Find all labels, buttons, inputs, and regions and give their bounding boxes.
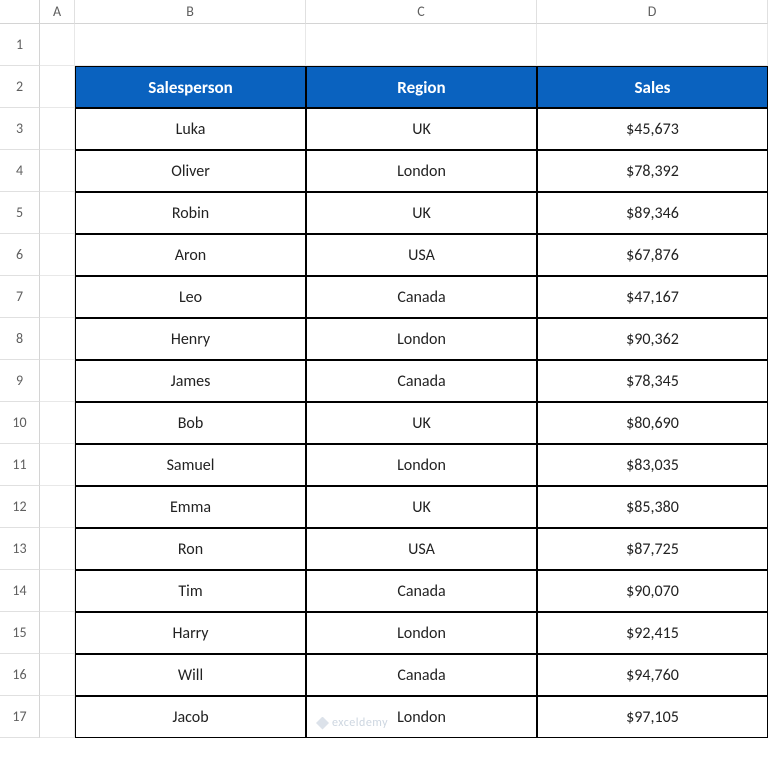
cell-c1[interactable] <box>306 24 537 66</box>
cell-a3[interactable] <box>40 108 75 150</box>
row-header-8[interactable]: 8 <box>0 318 40 360</box>
table-row[interactable]: $89,346 <box>537 192 768 234</box>
table-row[interactable]: $67,876 <box>537 234 768 276</box>
table-header-sales[interactable]: Sales <box>537 66 768 108</box>
cell-d1[interactable] <box>537 24 768 66</box>
cell-a4[interactable] <box>40 150 75 192</box>
cell-a12[interactable] <box>40 486 75 528</box>
cell-a5[interactable] <box>40 192 75 234</box>
table-header-salesperson[interactable]: Salesperson <box>75 66 306 108</box>
row-header-15[interactable]: 15 <box>0 612 40 654</box>
cell-a16[interactable] <box>40 654 75 696</box>
cell-a11[interactable] <box>40 444 75 486</box>
col-header-b[interactable]: B <box>75 0 306 24</box>
table-row[interactable]: $45,673 <box>537 108 768 150</box>
select-all-corner[interactable] <box>0 0 40 24</box>
row-header-7[interactable]: 7 <box>0 276 40 318</box>
table-row[interactable]: Robin <box>75 192 306 234</box>
table-row[interactable]: UK <box>306 108 537 150</box>
row-header-5[interactable]: 5 <box>0 192 40 234</box>
table-row[interactable]: Harry <box>75 612 306 654</box>
cell-a7[interactable] <box>40 276 75 318</box>
table-row[interactable]: Jacob <box>75 696 306 738</box>
watermark-text: exceldemy <box>332 716 388 730</box>
row-header-17[interactable]: 17 <box>0 696 40 738</box>
table-row[interactable]: Canada <box>306 654 537 696</box>
row-header-10[interactable]: 10 <box>0 402 40 444</box>
spreadsheet-grid: A B C D 1 2 Salesperson Region Sales 3 L… <box>0 0 768 738</box>
cell-a6[interactable] <box>40 234 75 276</box>
table-row[interactable]: Tim <box>75 570 306 612</box>
table-row[interactable]: $78,345 <box>537 360 768 402</box>
table-row[interactable]: Samuel <box>75 444 306 486</box>
table-row[interactable]: $97,105 <box>537 696 768 738</box>
cell-a15[interactable] <box>40 612 75 654</box>
cell-a9[interactable] <box>40 360 75 402</box>
table-row[interactable]: USA <box>306 234 537 276</box>
table-row[interactable]: $90,362 <box>537 318 768 360</box>
cell-a14[interactable] <box>40 570 75 612</box>
row-header-1[interactable]: 1 <box>0 24 40 66</box>
cell-a17[interactable] <box>40 696 75 738</box>
row-header-4[interactable]: 4 <box>0 150 40 192</box>
row-header-2[interactable]: 2 <box>0 66 40 108</box>
cell-a8[interactable] <box>40 318 75 360</box>
cell-a10[interactable] <box>40 402 75 444</box>
cell-a13[interactable] <box>40 528 75 570</box>
table-row[interactable]: $92,415 <box>537 612 768 654</box>
table-row[interactable]: James <box>75 360 306 402</box>
table-row[interactable]: Will <box>75 654 306 696</box>
table-row[interactable]: Henry <box>75 318 306 360</box>
cell-a2[interactable] <box>40 66 75 108</box>
row-header-6[interactable]: 6 <box>0 234 40 276</box>
table-row[interactable]: Oliver <box>75 150 306 192</box>
table-row[interactable]: Emma <box>75 486 306 528</box>
table-row[interactable]: London <box>306 150 537 192</box>
table-row[interactable]: USA <box>306 528 537 570</box>
table-row[interactable]: $80,690 <box>537 402 768 444</box>
row-header-3[interactable]: 3 <box>0 108 40 150</box>
row-header-11[interactable]: 11 <box>0 444 40 486</box>
table-row[interactable]: UK <box>306 192 537 234</box>
table-row[interactable]: $78,392 <box>537 150 768 192</box>
table-row[interactable]: $47,167 <box>537 276 768 318</box>
watermark: exceldemy <box>316 716 388 730</box>
cell-a1[interactable] <box>40 24 75 66</box>
table-row[interactable]: Luka <box>75 108 306 150</box>
table-row[interactable]: Canada <box>306 570 537 612</box>
col-header-a[interactable]: A <box>40 0 75 24</box>
table-row[interactable]: $83,035 <box>537 444 768 486</box>
row-header-13[interactable]: 13 <box>0 528 40 570</box>
row-header-14[interactable]: 14 <box>0 570 40 612</box>
table-row[interactable]: London <box>306 444 537 486</box>
table-row[interactable]: Aron <box>75 234 306 276</box>
row-header-12[interactable]: 12 <box>0 486 40 528</box>
table-row[interactable]: Canada <box>306 360 537 402</box>
row-header-9[interactable]: 9 <box>0 360 40 402</box>
watermark-icon <box>316 717 329 730</box>
table-row[interactable]: $94,760 <box>537 654 768 696</box>
table-header-region[interactable]: Region <box>306 66 537 108</box>
table-row[interactable]: Leo <box>75 276 306 318</box>
table-row[interactable]: Ron <box>75 528 306 570</box>
table-row[interactable]: $87,725 <box>537 528 768 570</box>
col-header-c[interactable]: C <box>306 0 537 24</box>
table-row[interactable]: London <box>306 318 537 360</box>
table-row[interactable]: London <box>306 612 537 654</box>
table-row[interactable]: UK <box>306 402 537 444</box>
cell-b1[interactable] <box>75 24 306 66</box>
table-row[interactable]: Canada <box>306 276 537 318</box>
table-row[interactable]: UK <box>306 486 537 528</box>
row-header-16[interactable]: 16 <box>0 654 40 696</box>
table-row[interactable]: Bob <box>75 402 306 444</box>
table-row[interactable]: $90,070 <box>537 570 768 612</box>
col-header-d[interactable]: D <box>537 0 768 24</box>
table-row[interactable]: $85,380 <box>537 486 768 528</box>
